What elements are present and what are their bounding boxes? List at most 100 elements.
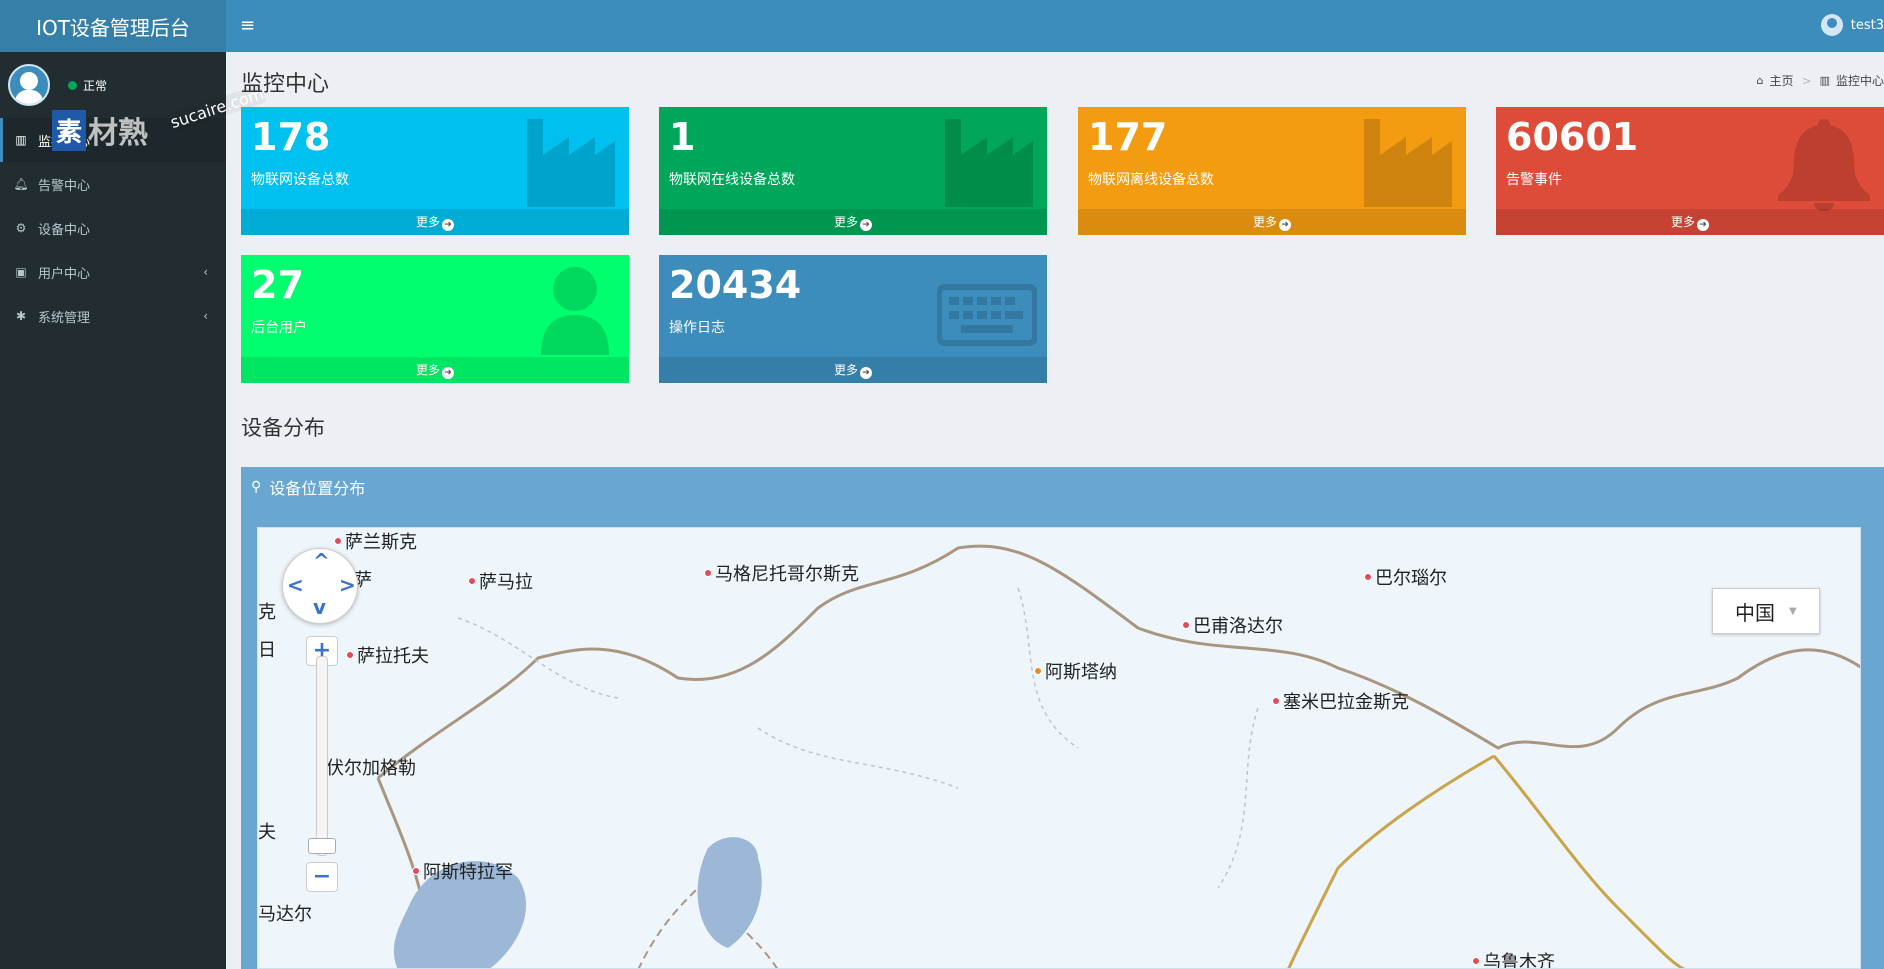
map-city: 夫: [258, 822, 276, 843]
more-link[interactable]: 更多 ➜: [1078, 209, 1466, 235]
user-icon: [541, 267, 609, 355]
pan-right-icon[interactable]: >: [339, 573, 356, 597]
card-value: 178: [251, 115, 331, 159]
keyboard-icon: [937, 284, 1037, 346]
map-city: 巴甫洛达尔: [1182, 612, 1283, 638]
arrow-circle-right-icon: ➜: [1279, 219, 1291, 231]
sidebar-item-system[interactable]: ✱ 系统管理 ‹: [0, 294, 226, 338]
map-city: 马格尼托哥尔斯克: [704, 560, 859, 586]
section-title: 设备分布: [241, 416, 325, 440]
top-header: ≡ test3: [226, 0, 1884, 52]
avatar: [1820, 14, 1843, 36]
pan-down-icon[interactable]: v: [313, 595, 326, 619]
map-city: 萨马拉: [468, 568, 533, 594]
map-city: 萨拉托夫: [346, 642, 429, 668]
card-device-total: 178 物联网设备总数 更多 ➜: [241, 107, 629, 235]
map-panel-title: 设备位置分布: [269, 479, 366, 498]
lock-icon: ▣: [15, 265, 27, 279]
pan-left-icon[interactable]: <: [287, 573, 304, 597]
more-link[interactable]: 更多 ➜: [241, 209, 629, 235]
card-value: 60601: [1506, 115, 1639, 159]
country-select-value: 中国: [1735, 600, 1775, 625]
arrow-circle-right-icon: ➜: [442, 219, 454, 231]
status-text: 正常: [83, 78, 108, 93]
sidebar-item-alarm[interactable]: 🔔︎ 告警中心: [0, 162, 226, 206]
card-label: 物联网在线设备总数: [669, 172, 795, 188]
sidebar-item-device[interactable]: ⚙︎ 设备中心: [0, 206, 226, 250]
more-link[interactable]: 更多 ➜: [659, 357, 1047, 383]
status-badge: 正常: [68, 77, 107, 94]
avatar: [8, 64, 50, 106]
map-panel-header: ⚲ 设备位置分布: [241, 467, 1884, 507]
more-link[interactable]: 更多 ➜: [1496, 209, 1884, 235]
map-city: 萨兰斯克: [334, 528, 417, 554]
breadcrumb: ⌂ 主页 > ▥ 监控中心: [1757, 72, 1884, 89]
brand-logo[interactable]: IOT设备管理后台: [0, 0, 226, 52]
card-label: 告警事件: [1506, 172, 1562, 188]
chart-icon: ▥: [15, 133, 27, 147]
map-marker-icon: ⚲: [251, 479, 262, 495]
card-offline-total: 177 物联网离线设备总数 更多 ➜: [1078, 107, 1466, 235]
map-city: 乌鲁木齐: [1472, 948, 1555, 968]
menu-toggle-icon[interactable]: ≡: [240, 15, 255, 36]
country-select[interactable]: 中国 ▼: [1712, 588, 1820, 634]
card-label: 后台用户: [251, 320, 307, 336]
page-title: 监控中心: [241, 72, 330, 97]
pan-up-icon[interactable]: ^: [313, 549, 330, 573]
home-icon: ⌂: [1756, 74, 1764, 87]
arrow-circle-right-icon: ➜: [1697, 219, 1709, 231]
chevron-down-icon: ▼: [1789, 605, 1797, 617]
bell-icon: 🔔︎: [13, 177, 29, 191]
cubes-icon: ⚙︎: [15, 221, 27, 235]
arrow-circle-right-icon: ➜: [442, 367, 454, 379]
map-city: 阿斯特拉罕: [412, 858, 513, 884]
map-city: 日: [258, 640, 276, 661]
breadcrumb-separator: >: [1801, 73, 1812, 88]
chart-icon: ▥: [1819, 74, 1830, 87]
header-user-menu[interactable]: test3: [1820, 14, 1884, 36]
map-city: 塞米巴拉金斯克: [1272, 688, 1409, 714]
map-canvas[interactable]: 萨兰斯克 萨 萨马拉 马格尼托哥尔斯克 巴尔瑙尔 克 巴甫洛达尔 日 萨拉托夫 …: [257, 527, 1861, 969]
sidebar-item-label: 告警中心: [38, 178, 91, 194]
card-value: 20434: [669, 263, 802, 307]
map-background: [258, 528, 1860, 968]
map-city: 马达尔: [258, 904, 312, 925]
map-city: 克: [258, 602, 276, 623]
zoom-slider[interactable]: [316, 656, 328, 856]
card-label: 操作日志: [669, 320, 725, 336]
map-city: 阿斯塔纳: [1034, 658, 1117, 684]
map-pan-control[interactable]: ^ < > v: [282, 548, 358, 624]
factory-icon: [527, 119, 615, 207]
online-dot-icon: [68, 80, 77, 90]
card-online-total: 1 物联网在线设备总数 更多 ➜: [659, 107, 1047, 235]
username: test3: [1850, 17, 1884, 33]
card-value: 1: [669, 115, 696, 159]
map-panel: ⚲ 设备位置分布 萨兰斯克 萨 萨马拉 马格尼托哥尔斯克 巴尔瑙尔 克 巴甫洛达…: [241, 467, 1884, 969]
breadcrumb-current: 监控中心: [1835, 74, 1884, 88]
factory-icon: [1364, 119, 1452, 207]
more-link[interactable]: 更多 ➜: [659, 209, 1047, 235]
map-city: 巴尔瑙尔: [1364, 564, 1447, 590]
arrow-circle-right-icon: ➜: [860, 367, 872, 379]
sidebar-item-label: 设备中心: [38, 222, 91, 238]
zoom-slider-handle[interactable]: [308, 838, 336, 854]
watermark: 素 材熟 sucaire.com: [52, 84, 266, 152]
zoom-out-button[interactable]: −: [306, 862, 338, 892]
gear-icon: ✱: [15, 309, 27, 323]
card-label: 物联网设备总数: [251, 172, 349, 188]
arrow-circle-right-icon: ➜: [860, 219, 872, 231]
card-label: 物联网离线设备总数: [1088, 172, 1214, 188]
card-alarm-events: 60601 告警事件 更多 ➜: [1496, 107, 1884, 235]
card-operation-logs: 20434 操作日志 更多 ➜: [659, 255, 1047, 383]
more-link[interactable]: 更多 ➜: [241, 357, 629, 383]
chevron-left-icon: ‹: [203, 265, 208, 279]
chevron-left-icon: ‹: [203, 309, 208, 323]
watermark-logo: 素: [52, 109, 87, 151]
card-value: 177: [1088, 115, 1168, 159]
bell-icon: [1778, 119, 1870, 211]
factory-icon: [945, 119, 1033, 207]
sidebar-item-user[interactable]: ▣ 用户中心 ‹: [0, 250, 226, 294]
map-city: 伏尔加格勒: [326, 758, 416, 779]
breadcrumb-home[interactable]: 主页: [1770, 72, 1794, 89]
card-value: 27: [251, 263, 304, 307]
